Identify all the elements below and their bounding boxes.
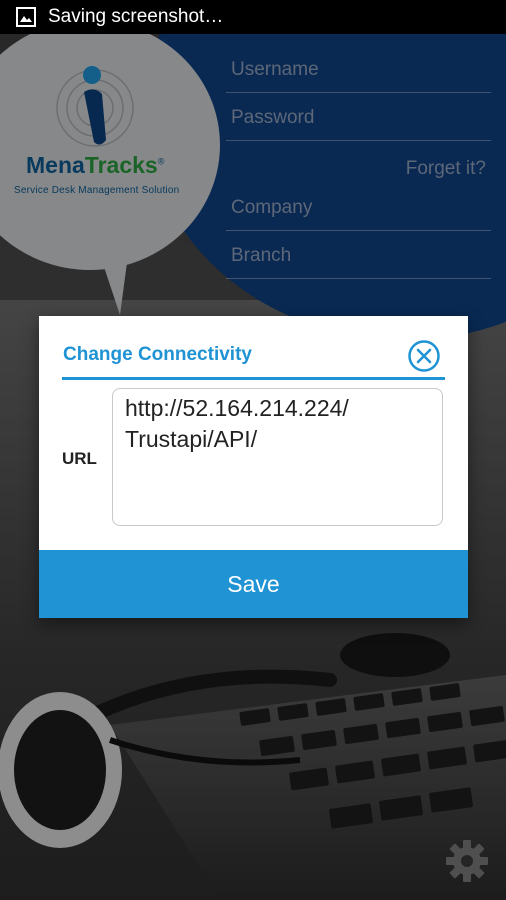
dialog-divider	[62, 377, 445, 380]
status-text: Saving screenshot…	[48, 6, 224, 27]
url-input[interactable]: http://52.164.214.224/ Trustapi/API/	[112, 388, 443, 526]
change-connectivity-dialog: Change Connectivity URL http://52.164.21…	[39, 316, 468, 618]
dialog-title: Change Connectivity	[63, 344, 252, 365]
close-icon[interactable]	[407, 339, 441, 373]
screen: MenaTracks® Service Desk Management Solu…	[0, 0, 506, 900]
url-label: URL	[62, 449, 97, 468]
image-icon	[16, 7, 36, 27]
save-button[interactable]: Save	[39, 550, 468, 618]
status-bar: Saving screenshot…	[0, 0, 506, 34]
